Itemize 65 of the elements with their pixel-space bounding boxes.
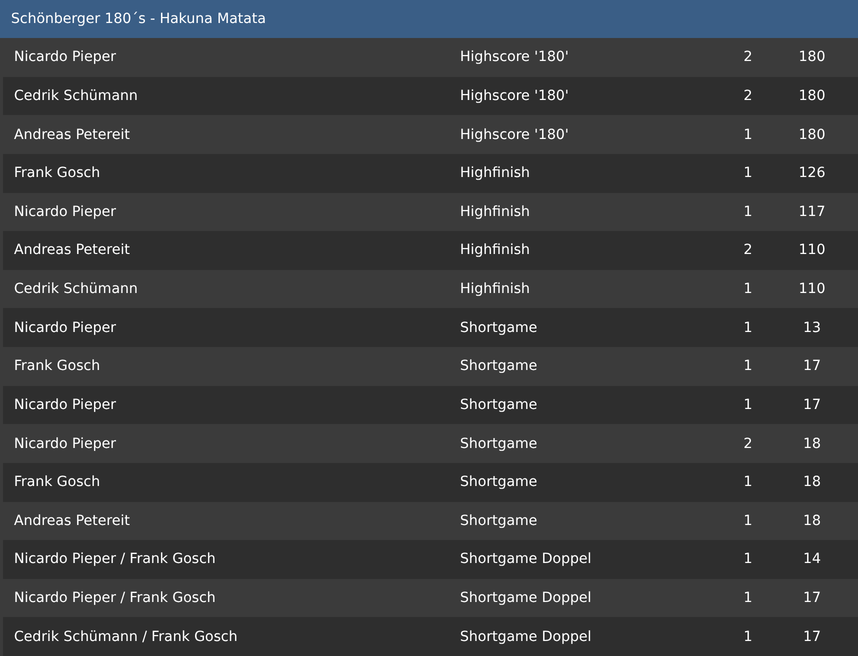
player-cell-text: Cedrik Schümann [14,281,139,298]
category-cell-text: Shortgame [460,320,538,336]
player-cell-text: Nicardo Pieper [14,49,117,66]
count-cell-text: 1 [742,126,754,143]
value-cell-text: 18 [802,436,822,452]
category-cell-text: Highfinish [460,165,531,182]
count-cell-text: 1 [742,628,754,645]
player-cell-text: Andreas Petereit [14,126,131,143]
value-cell-text: 17 [802,628,822,645]
count-cell-text: 1 [742,590,754,606]
player-cell-text: Frank Gosch [14,358,102,374]
value-cell-text: 17 [802,396,822,413]
player-cell-text: Frank Gosch [14,165,102,182]
value-cell-text: 180 [798,49,826,66]
category-cell-text: Shortgame [460,436,538,452]
player-cell-text: Frank Gosch [14,474,102,490]
count-cell-text: 1 [742,165,754,182]
category-cell-text: Shortgame [460,358,538,374]
count-cell-text: 1 [742,551,754,568]
player-cell-text: Nicardo Pieper [14,320,117,336]
value-cell-text: 110 [798,281,826,298]
player-cell-text: Andreas Petereit [14,512,131,529]
count-cell-text: 2 [742,436,754,452]
count-cell-text: 1 [742,281,754,298]
value-cell-text: 110 [798,242,826,258]
value-cell-text: 126 [798,165,826,182]
count-cell-text: 1 [742,358,754,374]
player-cell-text: Cedrik Schümann / Frank Gosch [14,628,238,645]
count-cell-text: 1 [742,474,754,490]
player-cell-text: Cedrik Schümann [14,88,139,104]
player-cell-text: Nicardo Pieper [14,396,117,413]
category-cell-text: Shortgame [460,512,538,529]
value-cell-text: 18 [802,474,822,490]
category-cell-text: Highfinish [460,281,531,298]
category-cell-text: Highfinish [460,204,531,220]
table-title: Schönberger 180´s - Hakuna Matata [0,0,858,38]
category-cell-text: Highfinish [460,242,531,258]
count-cell-text: 2 [742,242,754,258]
count-cell-text: 1 [742,512,754,529]
count-cell-text: 2 [742,88,754,104]
count-cell-text: 1 [742,204,754,220]
count-cell-text: 1 [742,320,754,336]
category-cell-text: Shortgame Doppel [460,551,592,568]
value-cell-text: 180 [798,88,826,104]
category-cell-text: Highscore '180' [460,126,570,143]
player-cell-text: Nicardo Pieper [14,204,117,220]
category-cell-text: Highscore '180' [460,88,570,104]
category-cell-text: Shortgame Doppel [460,628,592,645]
value-cell-text: 14 [802,551,822,568]
category-cell-text: Shortgame [460,474,538,490]
value-cell-text: 17 [802,590,822,606]
player-cell-text: Nicardo Pieper [14,436,117,452]
value-cell-text: 180 [798,126,826,143]
player-cell-text: Nicardo Pieper / Frank Gosch [14,551,217,568]
value-cell-text: 18 [802,512,822,529]
category-cell-text: Shortgame Doppel [460,590,592,606]
count-cell-text: 1 [742,396,754,413]
count-cell-text: 2 [742,49,754,66]
player-cell-text: Nicardo Pieper / Frank Gosch [14,590,217,606]
player-cell-text: Andreas Petereit [14,242,131,258]
category-cell-text: Shortgame [460,396,538,413]
value-cell-text: 117 [798,204,826,220]
value-cell-text: 17 [802,358,822,374]
category-cell-text: Highscore '180' [460,49,570,66]
value-cell-text: 13 [802,320,822,336]
